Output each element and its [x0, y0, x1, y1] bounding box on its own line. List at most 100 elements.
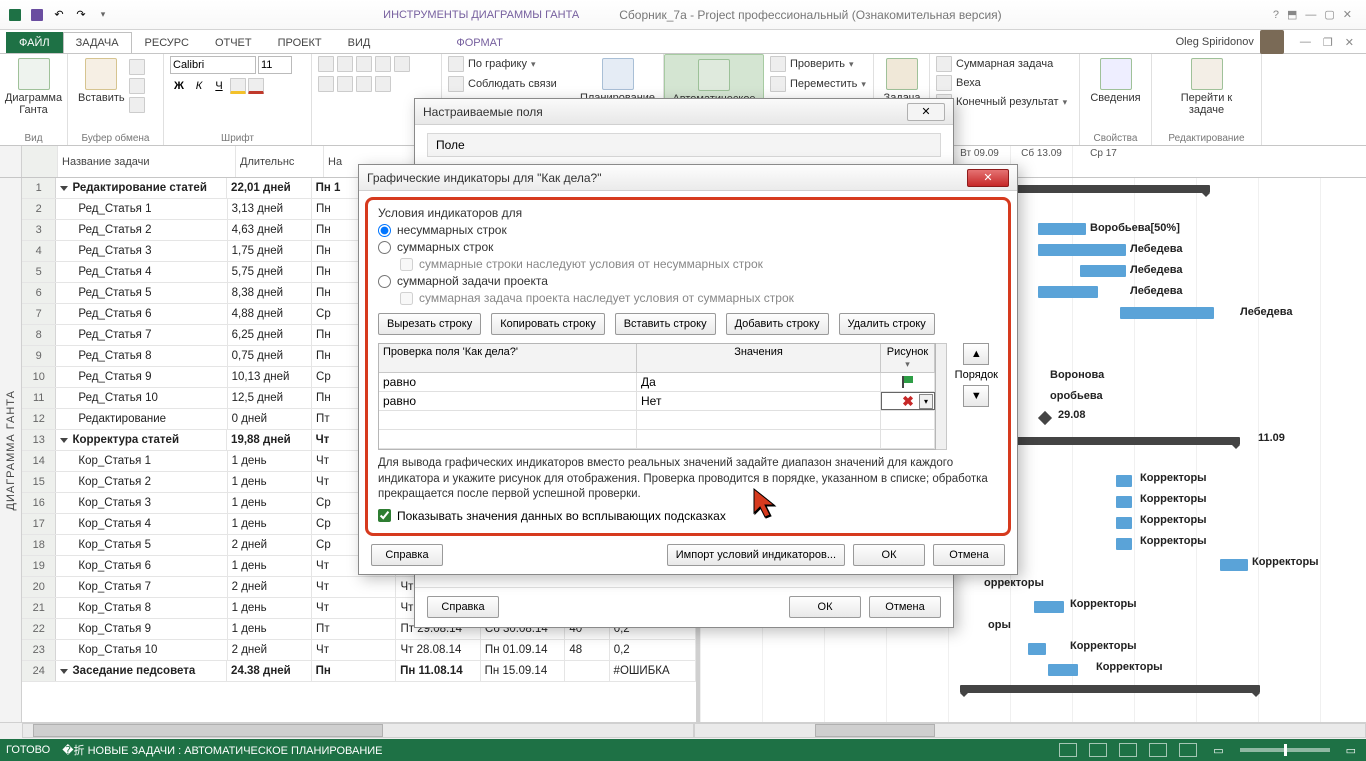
- delete-row-button[interactable]: Удалить строку: [839, 313, 935, 335]
- by-schedule-button[interactable]: По графику▾: [448, 56, 566, 72]
- font-color-icon[interactable]: [248, 78, 264, 94]
- row-number[interactable]: 23: [22, 640, 56, 660]
- milestone-button[interactable]: Веха: [936, 75, 1073, 91]
- copy-icon[interactable]: [129, 78, 145, 94]
- format-painter-icon[interactable]: [129, 97, 145, 113]
- row-number[interactable]: 12: [22, 409, 56, 429]
- row-number[interactable]: 7: [22, 304, 56, 324]
- collapse-icon[interactable]: [60, 186, 68, 191]
- col-test-header[interactable]: Проверка поля 'Как дела?': [379, 344, 637, 372]
- table-row[interactable]: 23Кор_Статья 102 днейЧтЧт 28.08.14Пн 01.…: [22, 640, 696, 661]
- view-resource-icon[interactable]: [1179, 743, 1197, 757]
- duration-cell[interactable]: 6,25 дней: [228, 325, 312, 345]
- row-number[interactable]: 21: [22, 598, 56, 618]
- goto-task-button[interactable]: Перейти к задаче: [1158, 56, 1255, 118]
- gantt-h-scrollbar[interactable]: [694, 723, 1366, 738]
- window-close-icon[interactable]: ✕: [1343, 8, 1352, 21]
- finish-cell[interactable]: Пн 11.08.14: [396, 661, 481, 681]
- window-maximize-icon[interactable]: ▢: [1324, 8, 1334, 21]
- row-number[interactable]: 20: [22, 577, 56, 597]
- duration-cell[interactable]: 12,5 дней: [228, 388, 312, 408]
- start-cell[interactable]: Чт: [312, 640, 396, 660]
- show-tooltip-checkbox[interactable]: Показывать значения данных во всплывающи…: [378, 509, 998, 523]
- row-number[interactable]: 5: [22, 262, 56, 282]
- start-cell[interactable]: Пт: [312, 619, 396, 639]
- cell[interactable]: Пн 15.09.14: [481, 661, 566, 681]
- collapse-icon[interactable]: [60, 438, 68, 443]
- col-picture-header[interactable]: Рисунок ▾: [881, 344, 935, 372]
- check-summary-inherit[interactable]: суммарные строки наследуют условия от не…: [400, 257, 998, 271]
- font-size-combo[interactable]: 11: [258, 56, 292, 74]
- duration-cell[interactable]: 4,88 дней: [228, 304, 312, 324]
- duration-cell[interactable]: 1 день: [228, 493, 312, 513]
- cell-test[interactable]: равно: [379, 373, 637, 391]
- cut-row-button[interactable]: Вырезать строку: [378, 313, 481, 335]
- ribbon-collapse-icon[interactable]: ⬒: [1287, 8, 1297, 21]
- tab-task[interactable]: ЗАДАЧА: [63, 32, 132, 53]
- row-number[interactable]: 17: [22, 514, 56, 534]
- move-up-button[interactable]: ▲: [963, 343, 989, 365]
- cell-value[interactable]: Да: [637, 373, 881, 391]
- font-name-combo[interactable]: Calibri: [170, 56, 256, 74]
- condition-row[interactable]: равно Да: [379, 373, 935, 392]
- cell-test[interactable]: равно: [379, 392, 637, 410]
- duration-cell[interactable]: 4,63 дней: [228, 220, 312, 240]
- grid-h-scrollbar[interactable]: [22, 723, 694, 738]
- italic-button[interactable]: К: [190, 80, 208, 92]
- mdi-minimize-icon[interactable]: —: [1300, 36, 1311, 48]
- view-network-icon[interactable]: [1119, 743, 1137, 757]
- cell[interactable]: 0,2: [610, 640, 696, 660]
- radio-summary[interactable]: суммарных строк: [378, 240, 998, 254]
- duration-cell[interactable]: 5,75 дней: [228, 262, 312, 282]
- move-button[interactable]: Переместить▾: [770, 76, 867, 92]
- duration-cell[interactable]: 2 дней: [228, 577, 312, 597]
- outdent-icon[interactable]: [318, 76, 334, 92]
- duration-cell[interactable]: 19,88 дней: [227, 430, 312, 450]
- help-icon[interactable]: ?: [1273, 9, 1279, 21]
- row-number[interactable]: 19: [22, 556, 56, 576]
- add-row-button[interactable]: Добавить строку: [726, 313, 829, 335]
- pct50-icon[interactable]: [356, 56, 372, 72]
- duration-cell[interactable]: 1 день: [228, 619, 312, 639]
- tab-project[interactable]: ПРОЕКТ: [265, 32, 335, 53]
- bold-button[interactable]: Ж: [170, 80, 188, 92]
- pct0-icon[interactable]: [318, 56, 334, 72]
- col-duration-header[interactable]: Длительнс: [236, 146, 324, 177]
- row-number[interactable]: 3: [22, 220, 56, 240]
- tab-report[interactable]: ОТЧЕТ: [202, 32, 265, 53]
- cell[interactable]: Пн 01.09.14: [481, 640, 565, 660]
- redo-icon[interactable]: ↷: [72, 6, 90, 24]
- indicators-ok-button[interactable]: ОК: [853, 544, 925, 566]
- mdi-close-icon[interactable]: ✕: [1345, 36, 1354, 49]
- duration-cell[interactable]: 1 день: [228, 451, 312, 471]
- indicators-help-button[interactable]: Справка: [371, 544, 443, 566]
- tab-format[interactable]: ФОРМАТ: [443, 32, 516, 53]
- picture-dropdown-icon[interactable]: ▾: [919, 394, 933, 409]
- tab-resource[interactable]: РЕСУРС: [132, 32, 202, 53]
- start-cell[interactable]: Пн: [312, 661, 397, 681]
- zoom-in-icon[interactable]: ▭: [1342, 744, 1360, 757]
- row-number[interactable]: 1: [22, 178, 56, 198]
- inspect-button[interactable]: Проверить▾: [770, 56, 867, 72]
- duration-cell[interactable]: 1 день: [228, 472, 312, 492]
- paste-button[interactable]: Вставить: [74, 56, 129, 113]
- zoom-out-icon[interactable]: ▭: [1209, 744, 1227, 757]
- conditions-table[interactable]: Проверка поля 'Как дела?' Значения Рисун…: [378, 343, 936, 450]
- pct75-icon[interactable]: [375, 56, 391, 72]
- row-number[interactable]: 22: [22, 619, 56, 639]
- save-icon[interactable]: [28, 6, 46, 24]
- start-cell[interactable]: Чт: [312, 577, 396, 597]
- condition-row-empty[interactable]: [379, 411, 935, 430]
- collapse-icon[interactable]: [60, 669, 68, 674]
- status-new-tasks[interactable]: �折 НОВЫЕ ЗАДАЧИ : АВТОМАТИЧЕСКОЕ ПЛАНИРО…: [62, 742, 382, 758]
- view-gantt-icon[interactable]: [1059, 743, 1077, 757]
- mdi-restore-icon[interactable]: ❐: [1323, 36, 1333, 49]
- cell[interactable]: 48: [565, 640, 609, 660]
- condition-row-empty[interactable]: [379, 430, 935, 449]
- tab-view[interactable]: ВИД: [335, 32, 384, 53]
- underline-button[interactable]: Ч: [210, 80, 228, 92]
- row-number[interactable]: 6: [22, 283, 56, 303]
- row-number[interactable]: 10: [22, 367, 56, 387]
- finish-cell[interactable]: Чт 28.08.14: [396, 640, 480, 660]
- custom-fields-help-button[interactable]: Справка: [427, 596, 499, 618]
